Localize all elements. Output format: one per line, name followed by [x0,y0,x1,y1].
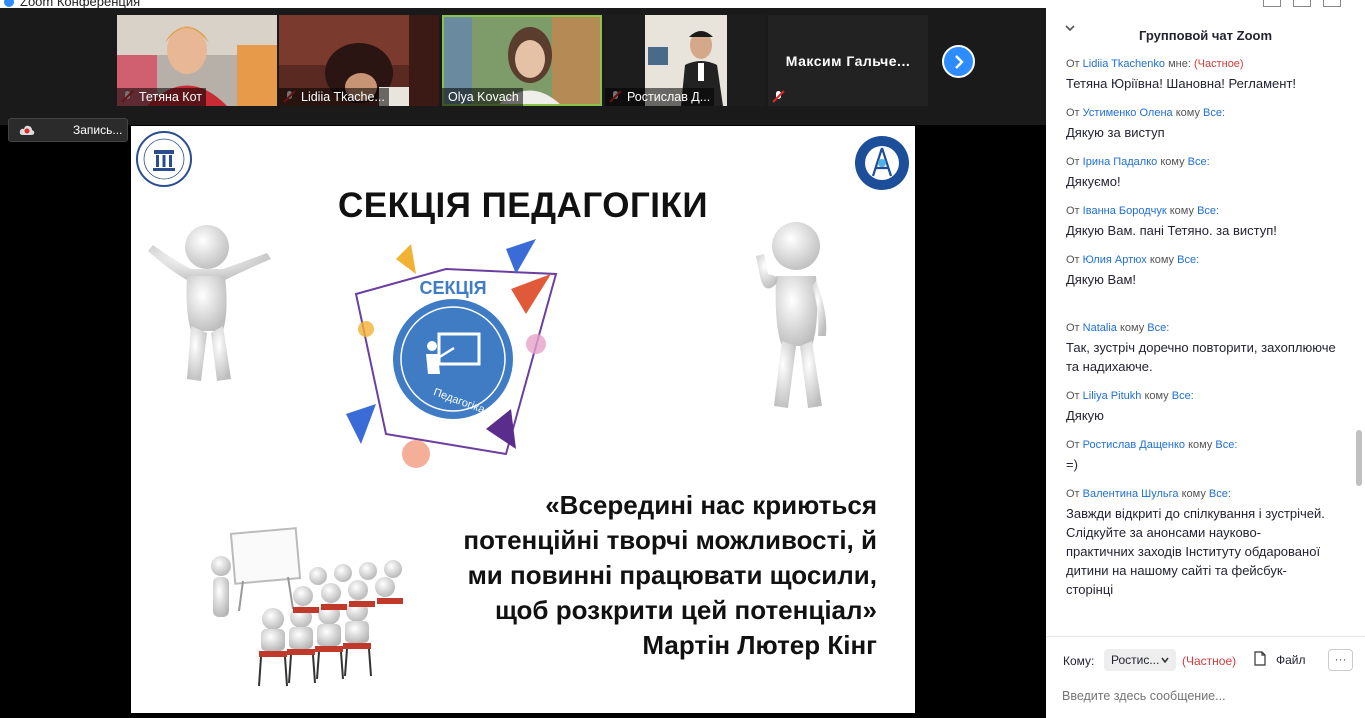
sender-name[interactable]: Ірина Падалко [1083,156,1158,168]
sender-name[interactable]: Lidiia Tkachenko [1083,58,1165,70]
sender-name[interactable]: Юлия Артюх [1083,254,1147,266]
chat-message: От Устименко Олена кому Все: Дякую за ви… [1066,107,1346,142]
participant-tile[interactable]: Lidiia Tkache... [279,15,439,106]
message-text: Дякую Вам. пані Тетяно. за виступ! [1066,223,1277,238]
chevron-down-icon [1161,657,1169,663]
recording-indicator[interactable]: Запись... [8,118,128,142]
title-bar: Zoom Конференция [0,0,1365,8]
maximize-icon[interactable] [1293,0,1311,7]
participant-tile-no-video[interactable]: Максим Гальче... [768,15,928,106]
cloud-record-icon [19,125,35,135]
scrollbar-thumb[interactable] [1356,430,1362,486]
chat-scrollbar[interactable] [1356,66,1362,636]
participant-tile[interactable]: Ростислав Д... [605,15,765,106]
participant-tile-active-speaker[interactable]: Olya Kovach [442,15,602,106]
chat-message-list[interactable]: От Lidiia Tkachenko мне: (Частное) Тетян… [1046,56,1365,636]
recipient-label: Кому: [1063,654,1095,668]
chat-message: От Юлия Артюх кому Все: Дякую Вам! [1066,254,1346,289]
sender-name[interactable]: Ростислав Дащенко [1083,439,1185,451]
chat-header: Групповой чат Zoom [1046,8,1365,46]
badge-top-text: СЕКЦІЯ [419,278,486,298]
chat-message: От Валентина Шульга кому Все: Завжди від… [1066,488,1325,597]
institute-logo [136,131,192,187]
sender-name[interactable]: Natalia [1083,322,1117,334]
shared-screen-slide: СЕКЦІЯ ПЕДАГОГІКИ СЕКЦІЯ Педагогіка «Все… [131,126,915,713]
academy-logo [855,136,909,190]
window-title: Zoom Конференция [20,0,141,8]
file-icon [1254,651,1266,666]
chat-message: От Lidiia Tkachenko мне: (Частное) Тетян… [1066,58,1346,93]
participant-name: Lidiia Tkache... [279,88,389,106]
chat-composer: Кому: Ростис... (Частное) Файл ··· [1046,636,1365,718]
quote-line: щоб розкрити цей потенціал» [494,595,877,625]
3d-figure-thumbs-up [756,222,827,408]
quote-line: «Всередині нас криються [545,490,877,520]
quote-line: потенційні творчі можливості, й [463,525,877,555]
message-text: Дякую Вам! [1066,272,1136,287]
sender-name[interactable]: Liliya Pitukh [1083,390,1142,402]
chat-message: От Natalia кому Все: Так, зустріч доречн… [1066,322,1346,376]
quote-author: Мартін Лютер Кінг [642,630,877,660]
chat-message: От Ірина Падалко кому Все: Дякуємо! [1066,156,1346,191]
message-input[interactable] [1062,687,1352,705]
chevron-right-icon [955,55,964,69]
message-text: Дякуємо! [1066,174,1121,189]
meeting-area: Тетяна Кот Lidiia Tkache... Olya Kovach … [0,8,1046,718]
participant-name: Максим Гальче... [785,53,911,69]
message-text: Завжди відкриті до спілкування і зустріч… [1066,506,1325,597]
quote-line: ми повинні працювати щосили, [467,560,877,590]
zoom-window: Zoom Конференция Тетяна Кот Lidiia Tkach… [0,0,1365,718]
file-label: Файл [1276,653,1306,667]
chat-message: От Liliya Pitukh кому Все: Дякую [1066,390,1346,425]
participant-tile[interactable]: Тетяна Кот [117,15,277,106]
message-text: Тетяна Юріївна! Шановна! Регламент! [1066,76,1297,91]
chat-title: Групповой чат Zoom [1138,28,1273,43]
recording-label: Запись... [73,123,123,137]
recipient-select[interactable]: Ростис... [1104,649,1176,671]
participant-strip: Тетяна Кот Lidiia Tkache... Olya Kovach … [0,8,1046,125]
participant-name: Тетяна Кот [117,88,206,106]
sender-name[interactable]: Устименко Олена [1083,107,1173,119]
chat-message: От Іванна Бородчук кому Все: Дякую Вам. … [1066,205,1346,240]
section-badge-graphic: СЕКЦІЯ Педагогіка [346,239,558,468]
close-icon[interactable] [1323,0,1341,7]
more-options-button[interactable]: ··· [1328,649,1353,671]
3d-figure-arms-up [148,225,271,381]
slide-quote: «Всередині нас криються потенційні творч… [407,488,877,663]
message-text: =) [1066,457,1078,472]
group-chat-panel: Групповой чат Zoom От Lidiia Tkachenko м… [1046,8,1365,718]
message-text: Дякую [1066,408,1104,423]
message-text: Дякую за виступ [1066,125,1165,140]
mic-muted-icon [772,90,785,103]
next-participants-button[interactable] [942,45,975,78]
chat-message: От Ростислав Дащенко кому Все: =) [1066,439,1346,474]
classroom-figures-graphic [211,527,403,687]
participant-name: Olya Kovach [442,88,523,106]
zoom-app-icon [4,0,14,7]
private-label: (Частное) [1182,654,1237,668]
minimize-icon[interactable] [1263,0,1281,7]
participant-name: Ростислав Д... [605,88,715,106]
message-text: Так, зустріч доречно повторити, захоплюю… [1066,340,1336,374]
recipient-value: Ростис... [1111,653,1160,667]
sender-name[interactable]: Валентина Шульга [1083,488,1179,500]
sender-name[interactable]: Іванна Бородчук [1083,205,1167,217]
